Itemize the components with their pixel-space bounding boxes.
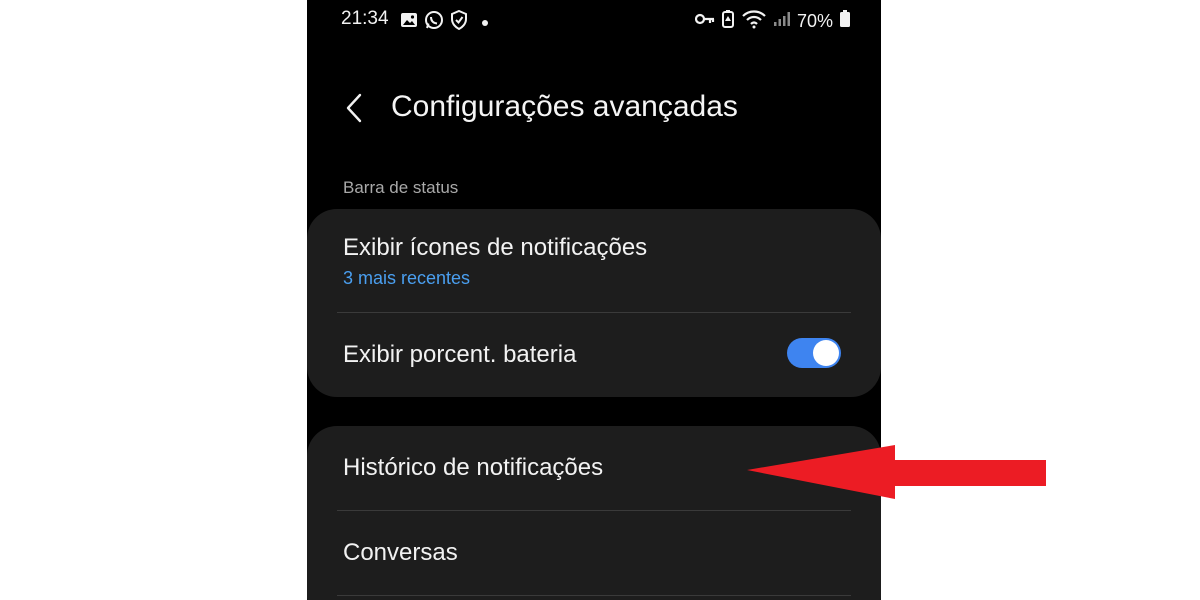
battery-saver-icon: [721, 9, 735, 34]
item-title: Exibir ícones de notificações: [343, 234, 648, 261]
item-title: Histórico de notificações: [343, 454, 604, 481]
battery-icon: [839, 10, 851, 33]
toggle-knob: [813, 340, 839, 366]
back-button[interactable]: [339, 88, 369, 128]
key-icon: [694, 12, 715, 31]
item-title: Exibir porcent. bateria: [343, 341, 577, 368]
status-bar-settings-card: Exibir ícones de notificações 3 mais rec…: [307, 209, 881, 397]
battery-percent-toggle[interactable]: [787, 338, 841, 368]
page-title: Configurações avançadas: [391, 90, 738, 123]
item-subtitle: 3 mais recentes: [343, 268, 471, 288]
chevron-left-icon: [346, 93, 362, 123]
whatsapp-icon: [424, 10, 444, 35]
show-battery-percent-item[interactable]: Exibir porcent. bateria: [307, 313, 881, 397]
gallery-icon: [400, 12, 418, 33]
signal-icon: [773, 11, 791, 32]
section-label: Barra de status: [343, 178, 459, 197]
battery-percent: 70%: [796, 11, 833, 31]
phone-screen: 21:34 70% Configurações avançadas Barra …: [307, 0, 881, 600]
status-right-icons: 70%: [694, 9, 851, 34]
status-time: 21:34: [341, 8, 389, 29]
notification-dot-icon: [482, 19, 488, 26]
wifi-icon: [741, 9, 767, 34]
app-header: Configurações avançadas: [307, 80, 881, 136]
item-title: Conversas: [343, 539, 458, 566]
divider: [337, 595, 851, 596]
show-notification-icons-item[interactable]: Exibir ícones de notificações 3 mais rec…: [307, 209, 881, 312]
conversations-item[interactable]: Conversas: [307, 511, 881, 595]
status-left-icons: [400, 9, 488, 35]
shield-icon: [450, 9, 468, 35]
status-bar: 21:34 70%: [307, 0, 881, 40]
annotation-arrow-icon: [747, 445, 1046, 499]
